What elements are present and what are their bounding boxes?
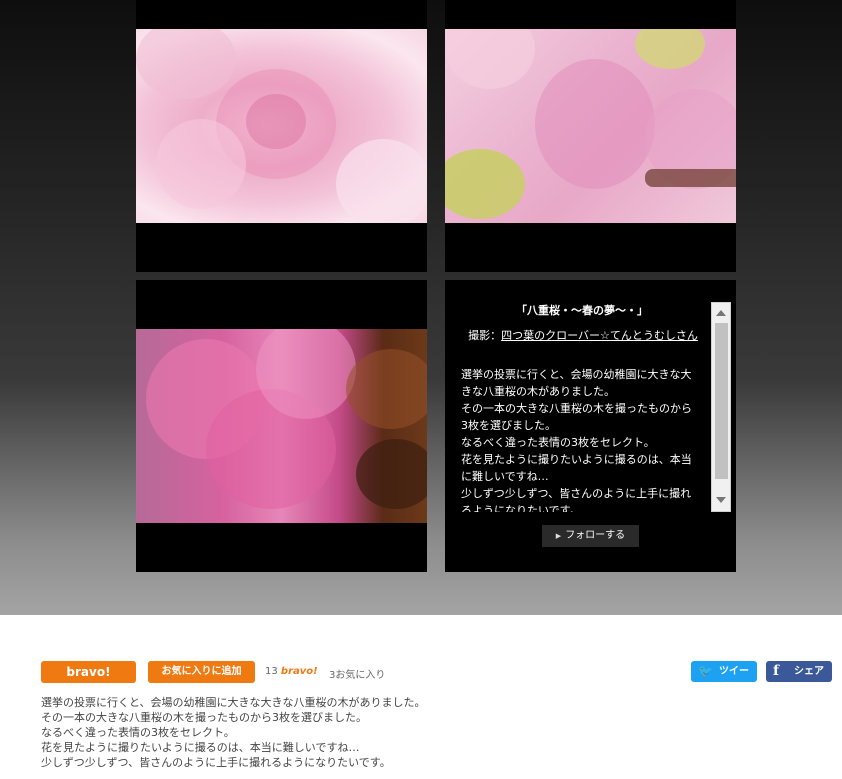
info-panel: 「八重桜・～春の夢～・」 撮影：四つ葉のクローバー☆てんとうむしさん 選挙の投票… [459, 302, 731, 514]
add-favorite-button[interactable]: お気に入りに追加 [148, 661, 255, 683]
bravo-word: bravo! [280, 666, 318, 677]
favorite-count: 3お気に入り [329, 670, 386, 681]
photographer-link[interactable]: 四つ葉のクローバー☆てんとうむしさん [501, 329, 698, 342]
work-description: 選挙の投票に行くと、会場の幼稚園に大きな大きな八重桜の木がありました。 その一本… [41, 696, 426, 769]
caption-scrollbar[interactable] [711, 302, 731, 512]
scroll-thumb[interactable] [715, 323, 728, 479]
work-title: 「八重桜・～春の夢～・」 [516, 304, 648, 317]
photo-3[interactable] [136, 329, 427, 523]
facebook-share-label: シェア [794, 666, 824, 677]
petal-shape [336, 139, 427, 223]
work-caption: 選挙の投票に行くと、会場の幼稚園に大きな大きな八重桜の木がありました。 その一本… [461, 368, 692, 512]
branch-shape [645, 169, 736, 187]
follow-label: フォローする [565, 530, 626, 541]
photo-tile-1[interactable] [136, 0, 427, 272]
scroll-down-icon[interactable] [716, 497, 726, 503]
petal-shape [256, 329, 356, 419]
facebook-share-button[interactable]: f シェア [766, 661, 832, 682]
petal-shape [445, 29, 535, 89]
leaf-shape [445, 149, 525, 219]
play-triangle-icon: ▶ [555, 532, 562, 540]
gallery-stage: 「八重桜・～春の夢～・」 撮影：四つ葉のクローバー☆てんとうむしさん 選挙の投票… [0, 0, 842, 615]
photo-tile-2[interactable] [445, 0, 736, 272]
follow-button[interactable]: ▶ フォローする [542, 525, 639, 547]
info-tile: 「八重桜・～春の夢～・」 撮影：四つ葉のクローバー☆てんとうむしさん 選挙の投票… [445, 280, 736, 572]
petal-shape [246, 94, 306, 149]
petal-shape [156, 119, 246, 209]
photographer-line: 撮影：四つ葉のクローバー☆てんとうむしさん [465, 328, 701, 344]
photographer-label: 撮影： [468, 329, 502, 342]
leaf-shape [346, 349, 427, 429]
photo-tile-3[interactable] [136, 280, 427, 572]
bravo-count: 13 bravo! [265, 666, 318, 677]
petal-shape [136, 29, 236, 99]
bravo-button[interactable]: bravo! [41, 661, 136, 683]
leaf-shape [635, 29, 705, 69]
twitter-bird-icon: 🐦 [698, 664, 713, 678]
facebook-f-icon: f [773, 663, 780, 679]
leaf-shape [356, 439, 427, 509]
bravo-count-number: 13 [265, 666, 278, 677]
petal-shape [535, 59, 655, 189]
photo-1[interactable] [136, 29, 427, 223]
scroll-up-icon[interactable] [716, 310, 726, 316]
photo-2[interactable] [445, 29, 736, 223]
tweet-button[interactable]: 🐦 ツイート [691, 661, 757, 698]
